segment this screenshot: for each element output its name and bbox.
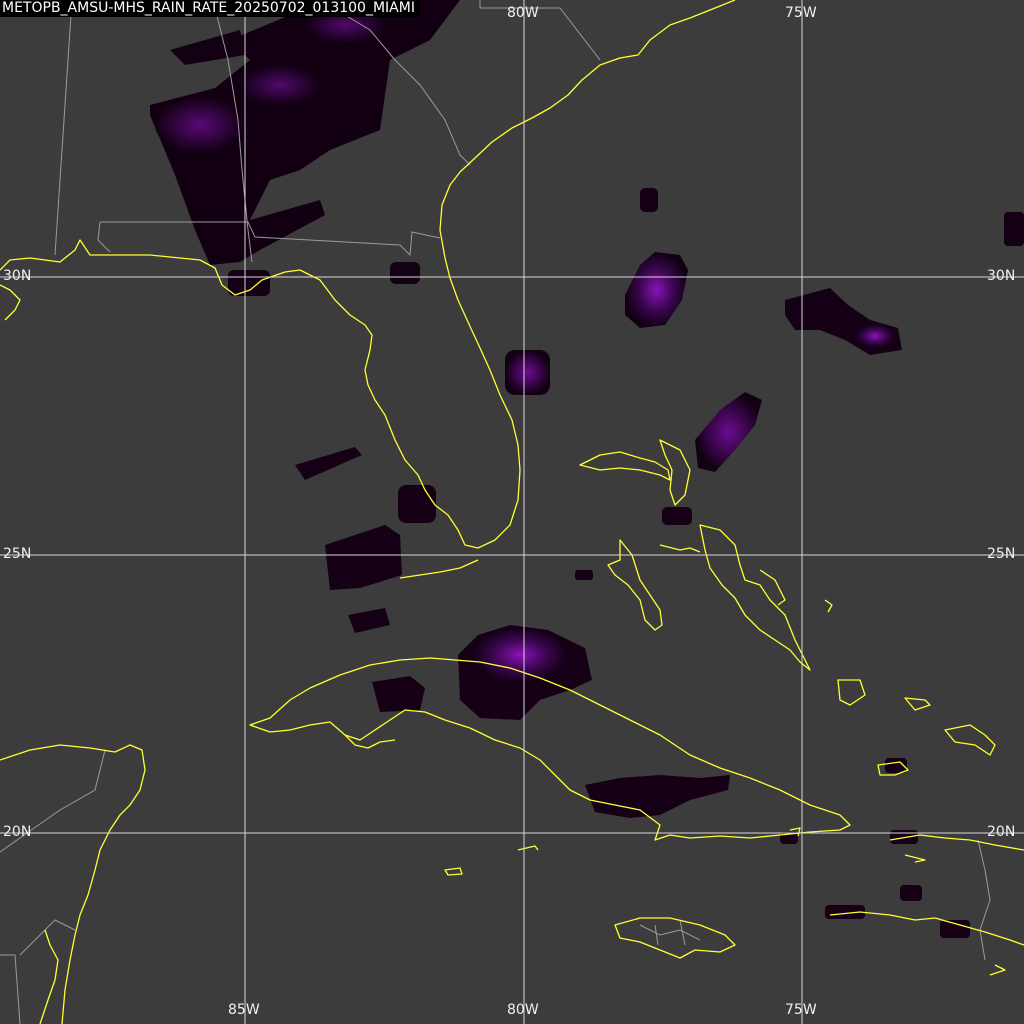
rain-cell: [228, 270, 270, 296]
rain-cell: [662, 507, 692, 525]
lon-label-bottom-80w: 80W: [507, 1002, 539, 1018]
rain-cell: [890, 830, 918, 844]
lat-label-right-25n: 25N: [987, 546, 1016, 562]
lon-label-top-80w: 80W: [507, 5, 539, 21]
rain-cell: [155, 97, 245, 153]
lat-label-left-30n: 30N: [3, 268, 32, 284]
rain-cell: [505, 350, 550, 395]
rain-cell: [855, 324, 895, 348]
rain-rate-map: [0, 0, 1024, 1024]
rain-cell: [640, 188, 658, 212]
rain-cell: [575, 570, 593, 580]
product-title: METOPB_AMSU-MHS_RAIN_RATE_20250702_01310…: [0, 0, 420, 17]
lat-label-left-25n: 25N: [3, 546, 32, 562]
lat-label-right-20n: 20N: [987, 824, 1016, 840]
lat-label-right-30n: 30N: [987, 268, 1016, 284]
map-background: [0, 0, 1024, 1024]
rain-cell: [472, 627, 568, 683]
rain-cell: [398, 485, 436, 523]
lon-label-bottom-75w: 75W: [785, 1002, 817, 1018]
rain-cell: [390, 262, 420, 284]
lon-label-bottom-85w: 85W: [228, 1002, 260, 1018]
lat-label-left-20n: 20N: [3, 824, 32, 840]
rain-cell: [1004, 212, 1024, 246]
rain-cell: [240, 65, 320, 105]
rain-cell: [900, 885, 922, 901]
lon-label-top-75w: 75W: [785, 5, 817, 21]
rain-cell: [940, 920, 970, 938]
